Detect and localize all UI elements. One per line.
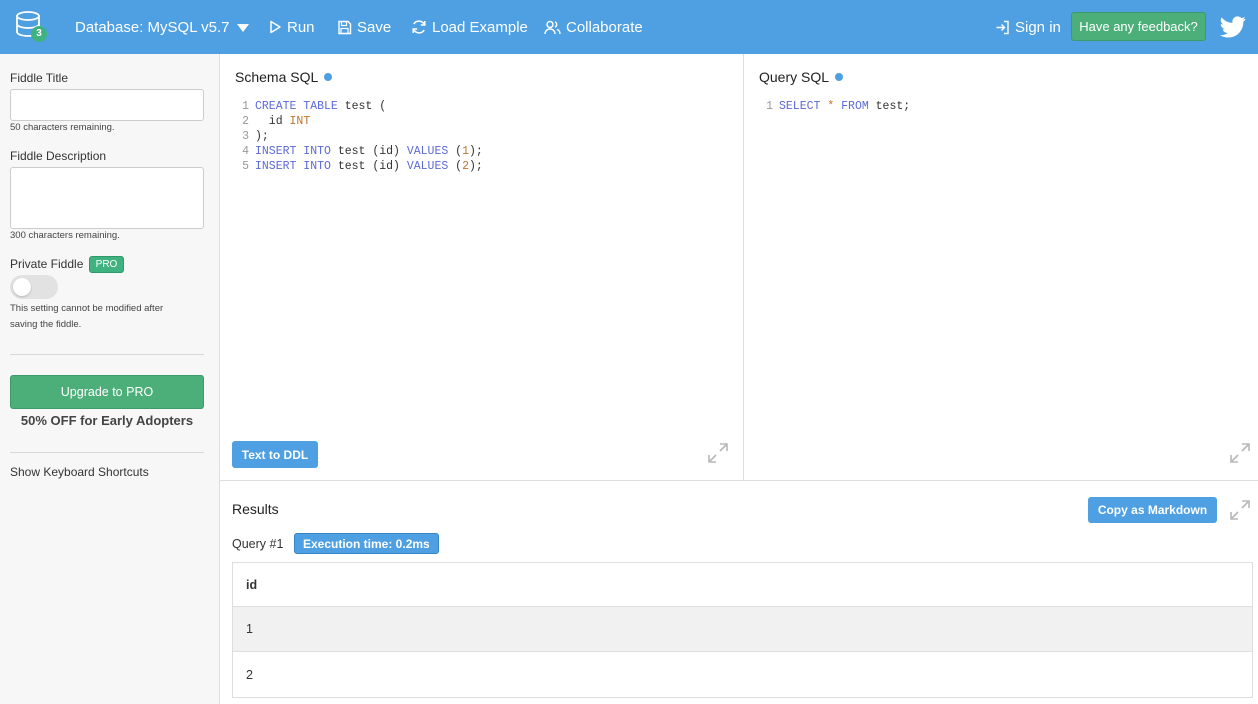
code-line: 2 id INT bbox=[235, 114, 483, 129]
database-label: Database: MySQL v5.7 bbox=[75, 18, 230, 36]
sql-keyword: FROM bbox=[841, 100, 869, 113]
query-editor-pane: Query SQL 1 SELECT * FROM test; bbox=[744, 54, 1258, 481]
code-line: 1 CREATE TABLE test ( bbox=[235, 99, 483, 114]
expand-icon[interactable] bbox=[707, 442, 729, 464]
sql-text: test ( bbox=[337, 100, 387, 113]
query-title-text: Query SQL bbox=[759, 69, 830, 85]
private-fiddle-label: Private Fiddle bbox=[10, 257, 84, 271]
fiddle-description-label: Fiddle Description bbox=[10, 149, 107, 163]
fiddle-title-hint: 50 characters remaining. bbox=[10, 122, 115, 133]
schema-editor-pane: Schema SQL 1 CREATE TABLE test (2 id INT 3… bbox=[220, 54, 744, 481]
save-icon bbox=[338, 20, 352, 34]
table-cell: 1 bbox=[246, 622, 253, 636]
sign-in-icon bbox=[996, 20, 1009, 34]
sql-text: test; bbox=[868, 100, 911, 113]
query-title: Query SQL bbox=[759, 69, 844, 85]
promo-text: 50% OFF for Early Adopters bbox=[20, 413, 194, 428]
sql-keyword: VALUES bbox=[406, 160, 449, 173]
sql-text: ( bbox=[448, 145, 463, 158]
results-panel: Results Copy as Markdown Query #1 Execut… bbox=[220, 481, 1258, 704]
status-dot-icon bbox=[835, 73, 844, 81]
caret-down-icon bbox=[236, 23, 249, 32]
database-select[interactable]: Database: MySQL v5.7 bbox=[75, 0, 249, 54]
sidebar: Fiddle Title 50 characters remaining. Fi… bbox=[0, 54, 220, 704]
run-label: Run bbox=[287, 18, 315, 36]
query-number-label: Query #1 bbox=[232, 537, 284, 551]
load-example-button[interactable]: Load Example bbox=[411, 0, 528, 54]
sql-text: test (id) bbox=[330, 160, 407, 173]
expand-icon[interactable] bbox=[1229, 499, 1251, 521]
status-dot-icon bbox=[324, 73, 333, 81]
save-button[interactable]: Save bbox=[337, 0, 391, 54]
sql-keyword: CREATE TABLE bbox=[255, 100, 338, 113]
sql-literal: 2 bbox=[462, 160, 469, 173]
schema-title-text: Schema SQL bbox=[235, 69, 319, 85]
sql-keyword: SELECT bbox=[779, 100, 821, 113]
twitter-link[interactable] bbox=[1220, 0, 1251, 54]
users-icon bbox=[544, 20, 561, 34]
execution-time-badge: Execution time: 0.2ms bbox=[294, 533, 439, 554]
sql-text: ); bbox=[468, 160, 483, 173]
line-number: 3 bbox=[242, 130, 249, 143]
line-number: 4 bbox=[242, 145, 249, 158]
sidebar-divider bbox=[10, 452, 204, 453]
sign-in-button[interactable]: Sign in bbox=[995, 0, 1061, 54]
table-cell: 2 bbox=[246, 667, 253, 682]
code-line: 4 INSERT INTO test (id) VALUES (1); bbox=[235, 144, 483, 159]
load-example-label: Load Example bbox=[432, 18, 528, 36]
fiddle-description-input[interactable] bbox=[10, 167, 204, 229]
top-bar: 3 Database: MySQL v5.7 Run Save Load Exa… bbox=[0, 0, 1258, 54]
private-fiddle-hint-1: This setting cannot be modified after bbox=[10, 303, 164, 314]
query-code-editor[interactable]: 1 SELECT * FROM test; bbox=[759, 99, 910, 114]
text-to-ddl-button[interactable]: Text to DDL bbox=[232, 441, 318, 468]
private-fiddle-toggle[interactable] bbox=[10, 275, 58, 299]
sql-keyword: VALUES bbox=[406, 145, 449, 158]
code-line: 3); bbox=[235, 129, 483, 144]
private-fiddle-hint-2: saving the fiddle. bbox=[10, 319, 82, 330]
sql-text: test (id) bbox=[330, 145, 407, 158]
pro-badge: PRO bbox=[89, 256, 124, 273]
refresh-icon bbox=[412, 20, 426, 34]
keyboard-shortcuts-link[interactable]: Show Keyboard Shortcuts bbox=[10, 465, 149, 479]
code-line: 5 INSERT INTO test (id) VALUES (2); bbox=[235, 159, 483, 174]
sql-keyword: INSERT INTO bbox=[255, 160, 331, 173]
copy-as-markdown-button[interactable]: Copy as Markdown bbox=[1088, 497, 1217, 523]
sql-text: id bbox=[255, 115, 290, 128]
table-row: 2 bbox=[233, 652, 1252, 697]
schema-title: Schema SQL bbox=[235, 69, 333, 85]
schema-code-editor[interactable]: 1 CREATE TABLE test (2 id INT 3); 4 INSERT I… bbox=[235, 99, 483, 174]
table-row: 1 bbox=[233, 607, 1252, 652]
save-label: Save bbox=[357, 18, 392, 36]
sql-text: ); bbox=[468, 145, 483, 158]
code-line: 1 SELECT * FROM test; bbox=[759, 99, 910, 114]
collaborate-label: Collaborate bbox=[566, 18, 643, 36]
fiddle-count-badge: 3 bbox=[31, 26, 47, 42]
expand-icon[interactable] bbox=[1229, 442, 1251, 464]
upgrade-pro-button[interactable]: Upgrade to PRO bbox=[10, 375, 204, 409]
line-number: 2 bbox=[242, 115, 249, 128]
sidebar-divider bbox=[10, 354, 204, 355]
table-header-row: id bbox=[233, 563, 1252, 607]
fiddle-description-hint: 300 characters remaining. bbox=[10, 230, 120, 241]
toggle-knob bbox=[13, 278, 31, 296]
feedback-button[interactable]: Have any feedback? bbox=[1071, 12, 1206, 41]
sign-in-label: Sign in bbox=[1015, 18, 1061, 36]
column-header-id: id bbox=[246, 577, 258, 592]
sql-literal: 1 bbox=[462, 145, 469, 158]
sql-text: ); bbox=[255, 130, 269, 143]
results-table: id 1 2 bbox=[232, 562, 1253, 698]
line-number: 5 bbox=[242, 160, 249, 173]
sql-text: ( bbox=[448, 160, 463, 173]
twitter-icon bbox=[1220, 16, 1246, 38]
fiddle-title-label: Fiddle Title bbox=[10, 71, 69, 85]
results-title: Results bbox=[232, 501, 279, 517]
run-button[interactable]: Run bbox=[268, 0, 315, 54]
sql-keyword: INSERT INTO bbox=[255, 145, 331, 158]
line-number: 1 bbox=[242, 100, 249, 113]
fiddle-title-input[interactable] bbox=[10, 89, 204, 121]
collaborate-button[interactable]: Collaborate bbox=[544, 0, 643, 54]
line-number: 1 bbox=[766, 100, 773, 113]
play-icon bbox=[270, 20, 281, 34]
sql-literal: INT bbox=[289, 115, 311, 128]
